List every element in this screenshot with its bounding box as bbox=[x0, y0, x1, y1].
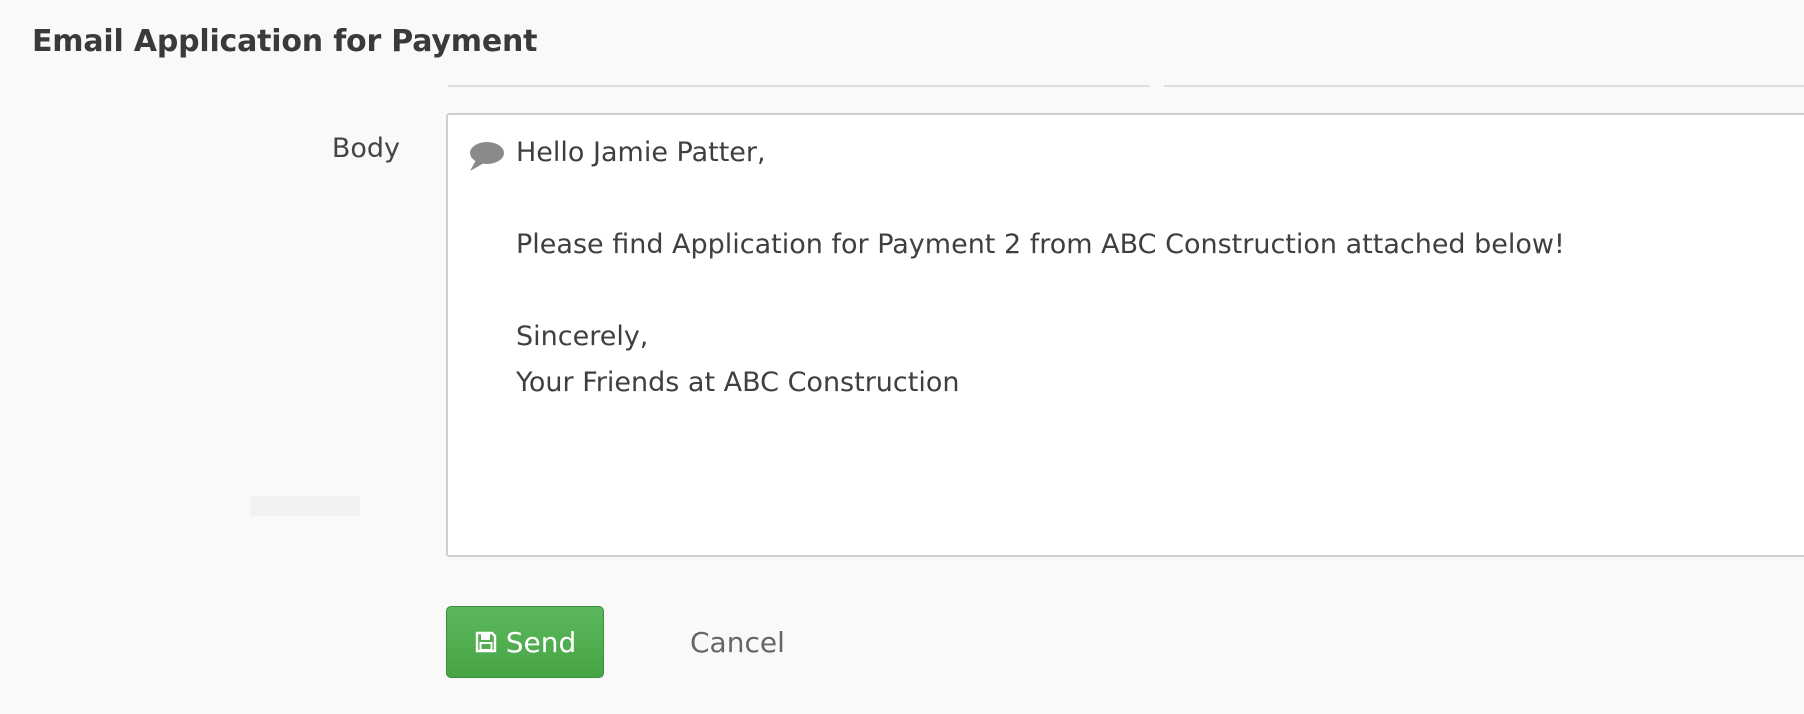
page-title: Email Application for Payment bbox=[32, 24, 538, 59]
save-icon bbox=[475, 631, 496, 653]
body-text: Hello Jamie Patter, Please find Applicat… bbox=[516, 130, 1565, 406]
body-line bbox=[516, 176, 1565, 222]
field-divider-left bbox=[448, 85, 1150, 87]
faint-placeholder bbox=[250, 496, 360, 516]
body-line: Please find Application for Payment 2 fr… bbox=[516, 229, 1565, 260]
body-line: Sincerely, bbox=[516, 321, 649, 352]
comment-icon bbox=[466, 139, 506, 173]
body-textarea[interactable]: Hello Jamie Patter, Please find Applicat… bbox=[446, 113, 1804, 557]
body-label: Body bbox=[331, 133, 400, 164]
send-button[interactable]: Send bbox=[446, 606, 604, 678]
field-divider-right bbox=[1164, 85, 1804, 87]
send-button-label: Send bbox=[505, 625, 577, 659]
body-line: Your Friends at ABC Construction bbox=[516, 367, 960, 398]
email-application-page: Email Application for Payment Body Hello… bbox=[0, 0, 1804, 714]
cancel-link[interactable]: Cancel bbox=[690, 626, 785, 659]
body-line: Hello Jamie Patter, bbox=[516, 137, 766, 168]
body-line bbox=[516, 268, 1565, 314]
